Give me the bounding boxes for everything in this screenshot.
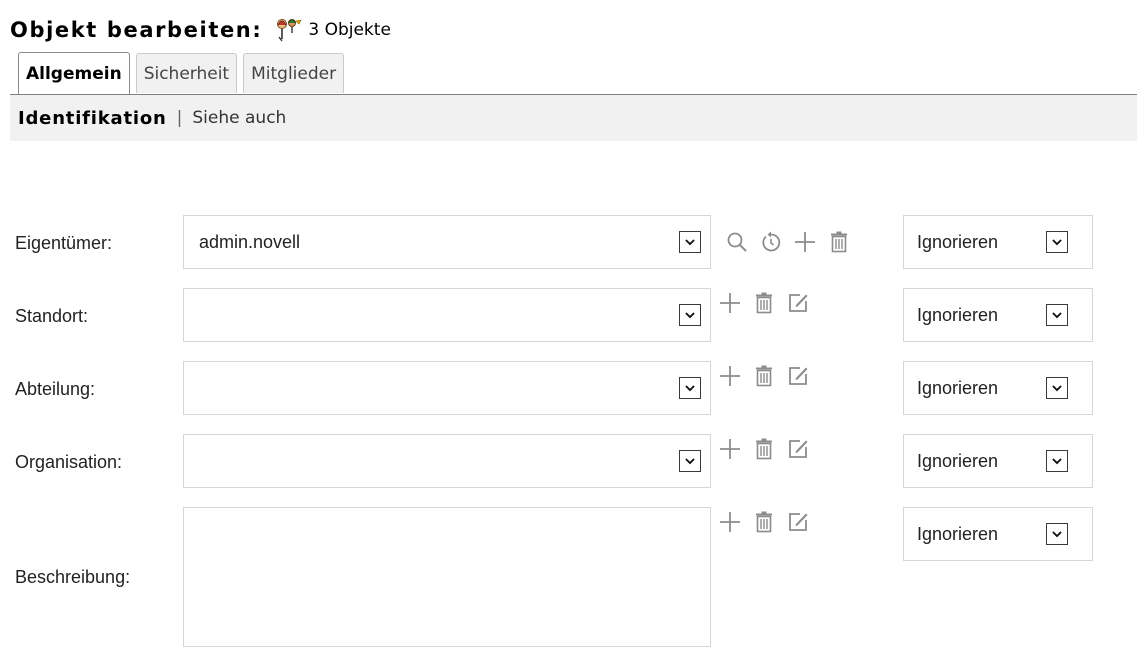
standort-label: Standort: bbox=[15, 306, 89, 326]
tab-mitglieder[interactable]: Mitglieder bbox=[243, 53, 345, 93]
abteilung-mode-value: Ignorieren bbox=[917, 378, 999, 398]
beschreibung-textarea[interactable] bbox=[183, 507, 711, 647]
standort-actions bbox=[718, 291, 810, 315]
field-row-beschreibung: Beschreibung: Ignorieren bbox=[0, 507, 1137, 647]
eigentuemer-mode-value: Ignorieren bbox=[917, 232, 999, 252]
eigentuemer-label: Eigentümer: bbox=[15, 233, 113, 253]
beschreibung-label: Beschreibung: bbox=[15, 567, 131, 587]
delete-icon[interactable] bbox=[752, 510, 776, 534]
beschreibung-actions bbox=[718, 510, 810, 534]
chevron-down-icon[interactable] bbox=[1046, 231, 1068, 253]
chevron-down-icon[interactable] bbox=[679, 231, 701, 253]
eigentuemer-actions bbox=[725, 230, 851, 254]
beschreibung-mode-value: Ignorieren bbox=[917, 524, 999, 544]
organisation-mode-value: Ignorieren bbox=[917, 451, 999, 471]
field-row-organisation: Organisation: Ignorieren bbox=[0, 434, 1137, 490]
multi-object-icon bbox=[274, 17, 304, 43]
standort-field[interactable] bbox=[183, 288, 711, 342]
chevron-down-icon[interactable] bbox=[1046, 523, 1068, 545]
add-icon[interactable] bbox=[718, 437, 742, 461]
eigentuemer-field[interactable]: admin.novell bbox=[183, 215, 711, 269]
abteilung-field[interactable] bbox=[183, 361, 711, 415]
add-icon[interactable] bbox=[793, 230, 817, 254]
tab-bar: Allgemein Sicherheit Mitglieder bbox=[18, 52, 345, 94]
standort-mode-value: Ignorieren bbox=[917, 305, 999, 325]
delete-icon[interactable] bbox=[752, 364, 776, 388]
abteilung-label: Abteilung: bbox=[15, 379, 96, 399]
chevron-down-icon[interactable] bbox=[679, 304, 701, 326]
tab-sicherheit[interactable]: Sicherheit bbox=[135, 53, 238, 93]
eigentuemer-mode-select[interactable]: Ignorieren bbox=[903, 215, 1093, 269]
chevron-down-icon[interactable] bbox=[1046, 377, 1068, 399]
abteilung-mode-select[interactable]: Ignorieren bbox=[903, 361, 1093, 415]
organisation-label: Organisation: bbox=[15, 452, 123, 472]
standort-mode-select[interactable]: Ignorieren bbox=[903, 288, 1093, 342]
delete-icon[interactable] bbox=[827, 230, 851, 254]
add-icon[interactable] bbox=[718, 291, 742, 315]
abteilung-actions bbox=[718, 364, 810, 388]
edit-icon[interactable] bbox=[786, 364, 810, 388]
chevron-down-icon[interactable] bbox=[679, 450, 701, 472]
organisation-actions bbox=[718, 437, 810, 461]
eigentuemer-value: admin.novell bbox=[199, 232, 301, 252]
edit-icon[interactable] bbox=[786, 510, 810, 534]
edit-icon[interactable] bbox=[786, 437, 810, 461]
history-icon[interactable] bbox=[759, 230, 783, 254]
subnav-separator: | bbox=[176, 108, 183, 128]
field-row-eigentuemer: Eigentümer: admin.novell Ignorieren bbox=[0, 215, 1137, 271]
page-title-bar: Objekt bearbeiten: 3 Objekte bbox=[10, 16, 391, 44]
add-icon[interactable] bbox=[718, 364, 742, 388]
field-row-abteilung: Abteilung: Ignorieren bbox=[0, 361, 1137, 417]
beschreibung-mode-select[interactable]: Ignorieren bbox=[903, 507, 1093, 561]
chevron-down-icon[interactable] bbox=[1046, 450, 1068, 472]
tab-allgemein[interactable]: Allgemein bbox=[18, 52, 130, 94]
field-row-standort: Standort: Ignorieren bbox=[0, 288, 1137, 344]
object-count: 3 Objekte bbox=[308, 20, 391, 40]
sub-navigation: Identifikation | Siehe auch bbox=[10, 95, 1137, 141]
search-icon[interactable] bbox=[725, 230, 749, 254]
delete-icon[interactable] bbox=[752, 291, 776, 315]
organisation-field[interactable] bbox=[183, 434, 711, 488]
chevron-down-icon[interactable] bbox=[679, 377, 701, 399]
subnav-identifikation[interactable]: Identifikation bbox=[18, 108, 167, 129]
add-icon[interactable] bbox=[718, 510, 742, 534]
organisation-mode-select[interactable]: Ignorieren bbox=[903, 434, 1093, 488]
page-title: Objekt bearbeiten: bbox=[10, 18, 263, 42]
edit-icon[interactable] bbox=[786, 291, 810, 315]
delete-icon[interactable] bbox=[752, 437, 776, 461]
subnav-siehe-auch[interactable]: Siehe auch bbox=[192, 108, 286, 128]
chevron-down-icon[interactable] bbox=[1046, 304, 1068, 326]
